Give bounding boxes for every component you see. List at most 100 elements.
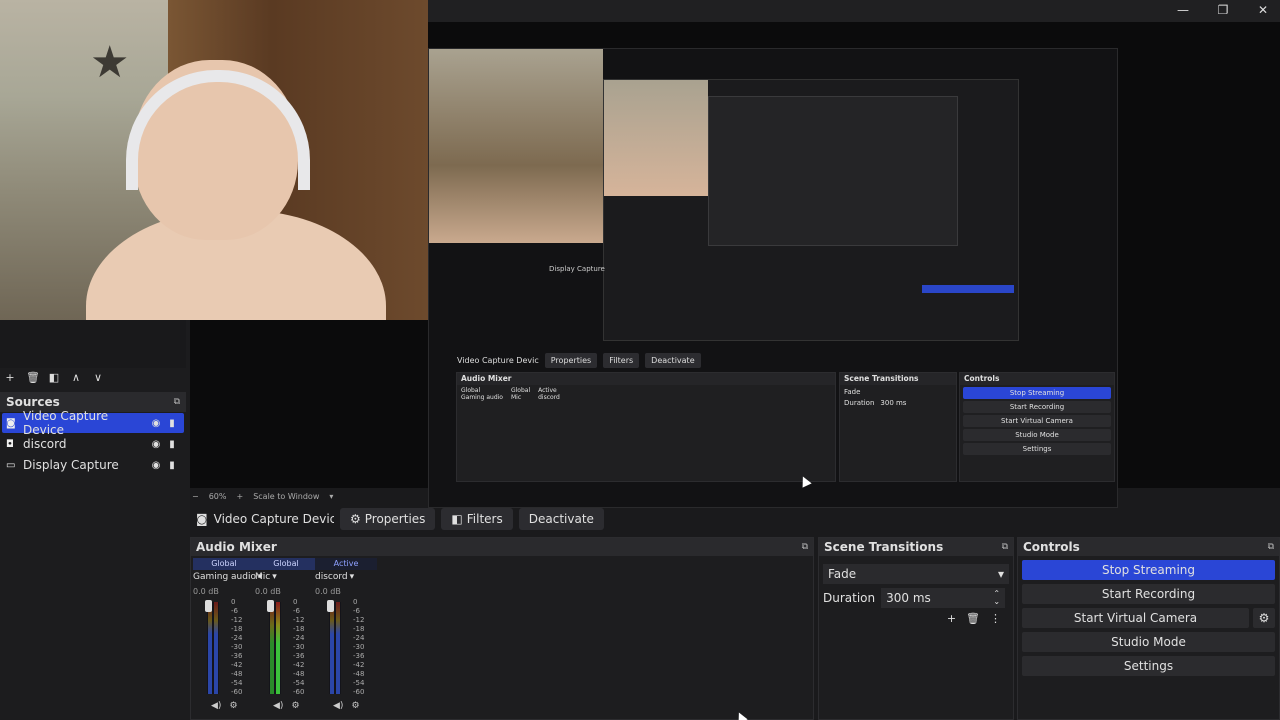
nested-mini-stop-button xyxy=(922,285,1014,293)
zoom-in-button[interactable]: + xyxy=(236,492,243,501)
volume-slider[interactable] xyxy=(327,600,334,612)
meter-bar xyxy=(208,602,212,694)
move-down-icon[interactable]: ∨ xyxy=(92,371,104,384)
minimize-icon[interactable]: — xyxy=(1174,3,1192,17)
source-item-video-capture-device[interactable]: ◙ Video Capture Device ◉ ▮ xyxy=(2,409,184,437)
scene-transitions-title: Scene Transitions xyxy=(824,540,944,554)
meter-scale: 0 -6 -12 -18 -24 -30 -36 -42 -48 -54 -60 xyxy=(353,598,364,697)
start-recording-button[interactable]: Start Recording xyxy=(1022,584,1275,604)
nested-channel-tag: Global xyxy=(510,387,531,394)
maximize-icon[interactable]: ❐ xyxy=(1214,3,1232,17)
channel-name: discord xyxy=(315,572,348,582)
properties-button[interactable]: ⚙ Properties xyxy=(340,508,436,530)
filters-button[interactable]: ◧ Filters xyxy=(441,508,513,530)
studio-mode-button[interactable]: Studio Mode xyxy=(1022,632,1275,652)
visibility-eye-icon[interactable]: ◉ xyxy=(148,439,164,450)
stepper-icon[interactable]: ⌃ ⌄ xyxy=(993,590,1000,606)
nested-stop-streaming-button: Stop Streaming xyxy=(963,387,1111,399)
start-virtual-camera-button[interactable]: Start Virtual Camera xyxy=(1022,608,1249,628)
selected-source-name: Video Capture Devic xyxy=(213,512,334,526)
source-toolbar: ◙ Video Capture Devic ⚙ Properties ◧ Fil… xyxy=(190,506,1280,532)
more-icon[interactable]: ⋮ xyxy=(990,612,1001,625)
lock-icon[interactable]: ▮ xyxy=(164,460,180,471)
source-item-discord[interactable]: ◘ discord ◉ ▮ xyxy=(2,434,184,454)
scale-tick: -12 xyxy=(293,616,305,624)
nested-transitions-title: Scene Transitions xyxy=(840,373,956,385)
meter-bar xyxy=(330,602,334,694)
mixer-channel-mic: Global Mic ▾ 0.0 dB 0 -6 -12 -18 -24 -30 -36 -42… xyxy=(255,558,317,718)
gear-icon[interactable]: ⚙ xyxy=(229,701,237,711)
channel-db: 0.0 dB xyxy=(255,587,281,596)
webcam-person xyxy=(86,60,386,320)
add-icon[interactable]: + xyxy=(947,612,956,625)
scale-tick: 0 xyxy=(231,598,236,606)
popout-icon[interactable]: ⧉ xyxy=(174,397,180,407)
scene-toolbar: + 🗑 ◧ ∧ ∨ xyxy=(4,368,104,386)
volume-slider[interactable] xyxy=(267,600,274,612)
trash-icon[interactable]: 🗑 xyxy=(966,612,980,625)
filters-label: Filters xyxy=(466,512,503,526)
nested-display-label: Display Capture xyxy=(549,265,605,273)
channel-controls: ◀) ⚙ xyxy=(211,701,238,711)
sources-title: Sources xyxy=(6,395,60,409)
duration-input[interactable]: 300 ms ⌃ ⌄ xyxy=(881,588,1006,608)
nested-mini-window xyxy=(708,96,958,246)
move-up-icon[interactable]: ∧ xyxy=(70,371,82,384)
source-label: discord xyxy=(23,437,67,451)
gear-icon: ⚙ xyxy=(350,512,361,526)
channel-name-row[interactable]: discord ▾ xyxy=(315,572,377,582)
nested-duration-row: Duration 300 ms xyxy=(840,399,956,407)
scale-tick: -60 xyxy=(231,688,243,696)
channel-tag: Active xyxy=(315,558,377,570)
popout-icon[interactable]: ⧉ xyxy=(802,542,808,552)
channel-name-row[interactable]: Gaming audio ▾ xyxy=(193,572,263,582)
camera-icon: ◙ xyxy=(196,512,208,526)
trash-icon[interactable]: 🗑 xyxy=(26,371,40,384)
filter-icon[interactable]: ◧ xyxy=(48,371,60,384)
nested-obs-panels: Video Capture Devic Properties Filters D… xyxy=(456,350,1115,486)
close-icon[interactable]: ✕ xyxy=(1254,3,1272,17)
lock-icon[interactable]: ▮ xyxy=(164,418,180,429)
speaker-icon[interactable]: ◀) xyxy=(273,701,283,711)
gear-icon[interactable]: ⚙ xyxy=(351,701,359,711)
scale-tick: -60 xyxy=(293,688,305,696)
transition-value: Fade xyxy=(828,567,857,581)
speaker-icon[interactable]: ◀) xyxy=(333,701,343,711)
add-icon[interactable]: + xyxy=(4,371,16,384)
nested-duration-label: Duration xyxy=(844,399,875,407)
virtual-camera-row: Start Virtual Camera ⚙ xyxy=(1022,608,1275,628)
deactivate-button[interactable]: Deactivate xyxy=(518,508,604,530)
lock-icon[interactable]: ▮ xyxy=(164,439,180,450)
window-controls: — ❐ ✕ xyxy=(1174,0,1272,20)
transition-select[interactable]: Fade ▾ xyxy=(823,564,1009,584)
scale-tick: -24 xyxy=(293,634,305,642)
settings-button[interactable]: Settings xyxy=(1022,656,1275,676)
popout-icon[interactable]: ⧉ xyxy=(1268,542,1274,552)
source-item-display-capture[interactable]: ▭ Display Capture ◉ ▮ xyxy=(2,455,184,475)
nested-channel: Global Mic xyxy=(511,387,530,401)
speaker-icon[interactable]: ◀) xyxy=(211,701,221,711)
chevron-down-icon[interactable]: ▾ xyxy=(329,492,333,501)
nested-channel-name: discord xyxy=(538,394,560,401)
chevron-down-icon: ▾ xyxy=(349,572,355,582)
gear-icon[interactable]: ⚙ xyxy=(1253,608,1275,628)
duration-label: Duration xyxy=(823,591,876,605)
nested-start-recording-button: Start Recording xyxy=(963,401,1111,413)
nested-channel-tag: Global xyxy=(461,387,481,394)
visibility-eye-icon[interactable]: ◉ xyxy=(148,460,164,471)
scale-mode[interactable]: Scale to Window xyxy=(253,492,319,501)
visibility-eye-icon[interactable]: ◉ xyxy=(148,418,164,429)
zoom-out-button[interactable]: − xyxy=(192,492,199,501)
popout-icon[interactable]: ⧉ xyxy=(1002,542,1008,552)
scale-tick: -6 xyxy=(293,607,300,615)
gear-icon[interactable]: ⚙ xyxy=(291,701,299,711)
stop-streaming-button[interactable]: Stop Streaming xyxy=(1022,560,1275,580)
properties-label: Properties xyxy=(364,512,426,526)
volume-slider[interactable] xyxy=(205,600,212,612)
meter-bar xyxy=(214,602,218,694)
nested-filters-button: Filters xyxy=(603,352,640,368)
nested-source-name: Video Capture Devic xyxy=(457,355,539,365)
channel-name-row[interactable]: Mic ▾ xyxy=(255,572,317,582)
nested-channel: Active discord xyxy=(538,387,560,401)
volume-meter xyxy=(329,602,341,694)
